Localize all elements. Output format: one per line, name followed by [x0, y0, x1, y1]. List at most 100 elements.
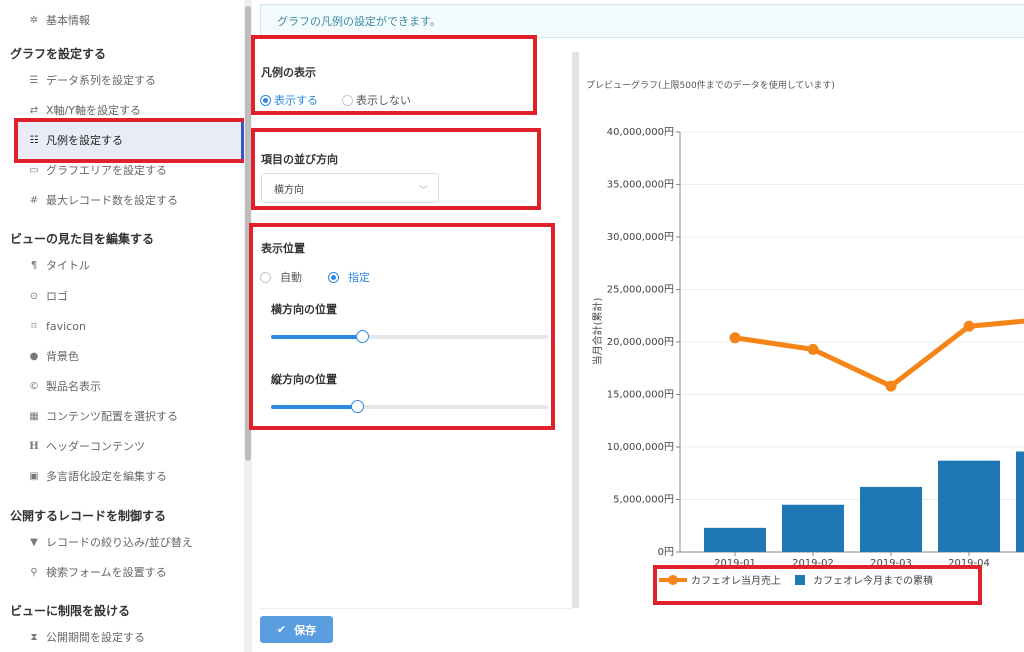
bar [860, 486, 922, 552]
sidebar-item-max-records[interactable]: # 最大レコード数を設定する [28, 190, 178, 210]
sidebar-heading-graph: グラフを設定する [10, 46, 107, 61]
highlight-box-sidebar [14, 118, 248, 163]
item-direction-title: 項目の並び方向 [261, 153, 338, 166]
sidebar-item-product-name[interactable]: © 製品名表示 [28, 376, 101, 396]
sidebar-item-filter[interactable]: ▼ レコードの絞り込み/並び替え [28, 532, 193, 552]
preview-caption: プレビューグラフ(上限500件までのデータを使用しています) [586, 81, 835, 91]
sidebar-item-label: ロゴ [46, 290, 68, 303]
sidebar-item-label: グラフエリアを設定する [46, 164, 167, 177]
sidebar-item-label: 検索フォームを設置する [46, 566, 167, 579]
item-direction-value: 横方向 [274, 184, 304, 196]
check-icon: ✔ [276, 623, 287, 636]
copyright-icon: © [29, 380, 39, 392]
sidebar-item-label: favicon [46, 319, 86, 333]
line-series [734, 318, 1024, 389]
radio-position-manual[interactable]: 指定 [328, 269, 370, 285]
eye-icon: ⊙ [29, 290, 39, 302]
sidebar-item-axes[interactable]: ⇄ X軸/Y軸を設定する [28, 100, 141, 120]
radio-dot [328, 271, 339, 283]
vertical-position-label: 縦方向の位置 [271, 373, 337, 386]
radio-position-auto[interactable]: 自動 [260, 269, 302, 285]
grid-icon: ▦ [29, 410, 39, 422]
drop-icon: ● [29, 350, 39, 362]
sidebar-item-label: 背景色 [46, 350, 79, 363]
sidebar-heading-records: 公開するレコードを制御する [10, 508, 167, 523]
y-axis-label: 当月合計(累計) [591, 298, 604, 366]
swap-arrows-icon: ⇄ [29, 104, 39, 116]
radio-dot [260, 271, 271, 283]
line-point [963, 320, 975, 332]
language-icon: ▣ [29, 470, 39, 482]
chevron-down-icon: ﹀ [418, 186, 428, 196]
sidebar-item-language[interactable]: ▣ 多言語化設定を編集する [28, 466, 167, 486]
hourglass-icon: ⧗ [30, 631, 38, 643]
chart-area-icon: ▭ [29, 164, 39, 176]
slider-fill [271, 405, 357, 409]
vertical-position-slider[interactable] [271, 400, 548, 413]
y-tick-label: 25,000,000円 [607, 285, 674, 296]
sidebar-item-label: 多言語化設定を編集する [46, 470, 167, 483]
y-tick-label: 20,000,000円 [607, 337, 674, 348]
search-icon: ⚲ [30, 566, 38, 578]
slider-handle[interactable] [350, 400, 364, 413]
sidebar-item-label: X軸/Y軸を設定する [46, 104, 141, 117]
radio-dot [342, 94, 353, 106]
sidebar-item-basic-info[interactable]: ✲ 基本情報 [28, 10, 90, 30]
sidebar-item-header[interactable]: H ヘッダーコンテンツ [28, 436, 145, 456]
bar [704, 527, 766, 552]
sidebar-item-data-series[interactable]: ☰ データ系列を設定する [28, 70, 156, 90]
bar [782, 504, 844, 552]
settings-panel-scrollbar[interactable] [572, 52, 579, 608]
sidebar-heading-restrictions: ビューに制限を設ける [10, 603, 131, 618]
footer-divider [260, 608, 572, 609]
horizontal-position-slider[interactable] [271, 330, 548, 343]
horizontal-position-label: 横方向の位置 [271, 303, 337, 316]
database-icon: ☰ [29, 74, 39, 86]
sidebar-heading-appearance: ビューの見た目を編集する [10, 231, 155, 246]
gear-icon: ✲ [29, 14, 39, 26]
y-tick-label: 15,000,000円 [607, 390, 674, 401]
save-label: 保存 [294, 623, 317, 637]
sidebar-item-label: コンテンツ配置を選択する [46, 410, 178, 423]
sidebar-item-background[interactable]: ● 背景色 [28, 346, 79, 366]
legend-display-title: 凡例の表示 [261, 66, 316, 79]
slider-fill [271, 335, 363, 339]
sidebar-item-label: 公開期間を設定する [46, 631, 145, 644]
paragraph-icon: ¶ [30, 259, 38, 271]
sidebar-item-label: 基本情報 [46, 14, 90, 27]
item-direction-select[interactable]: 横方向 ﹀ [261, 173, 439, 203]
radio-dot [260, 94, 271, 106]
y-tick-label: 0円 [658, 547, 674, 558]
line-point [885, 380, 897, 392]
sidebar-item-label: 製品名表示 [46, 380, 101, 393]
y-tick-label: 40,000,000円 [607, 127, 674, 138]
highlight-box-legend [653, 565, 982, 605]
sidebar-item-logo[interactable]: ⊙ ロゴ [28, 286, 68, 306]
sidebar-item-title[interactable]: ¶ タイトル [28, 255, 90, 275]
line-point [807, 343, 819, 355]
sidebar-item-label: レコードの絞り込み/並び替え [46, 536, 193, 549]
sidebar-item-search-form[interactable]: ⚲ 検索フォームを設置する [28, 562, 167, 582]
line-point [729, 332, 741, 344]
radio-label: 表示しない [356, 94, 411, 107]
sidebar-item-favicon[interactable]: ⌑ favicon [28, 316, 86, 336]
sidebar-item-period[interactable]: ⧗ 公開期間を設定する [28, 627, 145, 647]
y-tick-label: 10,000,000円 [607, 442, 674, 453]
sidebar-item-label: タイトル [46, 259, 90, 272]
radio-label: 指定 [348, 271, 370, 284]
sidebar-item-label: 最大レコード数を設定する [46, 194, 178, 207]
bar [938, 460, 1000, 552]
position-title: 表示位置 [261, 242, 305, 255]
bar [1016, 451, 1024, 552]
sidebar-item-layout[interactable]: ▦ コンテンツ配置を選択する [28, 406, 178, 426]
radio-show-legend[interactable]: 表示する [260, 92, 318, 108]
radio-hide-legend[interactable]: 表示しない [342, 92, 411, 108]
preview-chart: 0円 5,000,000円 10,000,000円 15,000,000円 20,000… [591, 127, 1024, 569]
sidebar-item-chart-area[interactable]: ▭ グラフエリアを設定する [28, 160, 167, 180]
sidebar: ✲ 基本情報 グラフを設定する ☰ データ系列を設定する ⇄ X軸/Y軸を設定す… [0, 0, 248, 652]
sidebar-item-label: ヘッダーコンテンツ [46, 440, 145, 453]
save-button[interactable]: ✔ 保存 [260, 616, 333, 643]
radio-label: 自動 [280, 271, 302, 284]
hash-icon: # [29, 194, 39, 206]
y-tick-label: 30,000,000円 [607, 232, 674, 243]
